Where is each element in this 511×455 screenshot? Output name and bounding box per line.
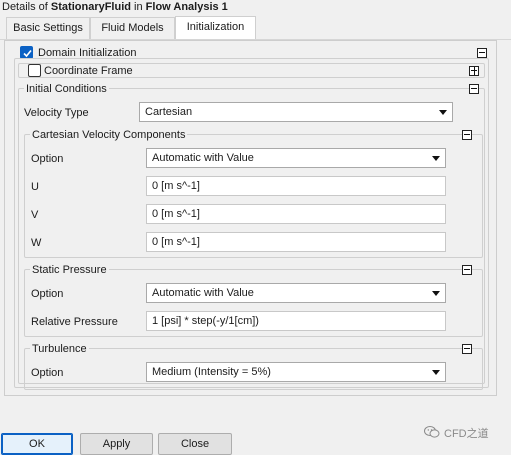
tab-initialization[interactable]: Initialization: [175, 16, 256, 39]
v-input[interactable]: 0 [m s^-1]: [146, 204, 446, 224]
title-prefix: Details of: [2, 1, 48, 13]
u-label: U: [31, 181, 39, 193]
chevron-down-icon: [432, 156, 440, 161]
watermark-text: CFD之道: [444, 428, 489, 440]
title-object: StationaryFluid: [50, 1, 131, 13]
tab-fluid-models[interactable]: Fluid Models: [90, 17, 175, 39]
turbulence-collapse-button[interactable]: [462, 344, 472, 354]
velocity-type-label: Velocity Type: [24, 107, 89, 119]
static-pressure-collapse-button[interactable]: [462, 265, 472, 275]
relative-pressure-input[interactable]: 1 [psi] * step(-y/1[cm]): [146, 311, 446, 331]
title-analysis: Flow Analysis 1: [145, 1, 228, 13]
pressure-option-value: Automatic with Value: [152, 287, 254, 299]
cartesian-velocity-label: Cartesian Velocity Components: [30, 128, 188, 142]
domain-initialization-collapse-button[interactable]: [477, 48, 487, 58]
static-pressure-label: Static Pressure: [30, 263, 109, 277]
turbulence-option-label: Option: [31, 367, 64, 379]
chevron-down-icon: [432, 370, 440, 375]
coordinate-frame-checkbox[interactable]: [28, 64, 41, 77]
tab-basic-settings[interactable]: Basic Settings: [6, 17, 90, 39]
velocity-option-label: Option: [31, 153, 64, 165]
apply-button[interactable]: Apply: [80, 433, 153, 455]
ok-button[interactable]: OK: [1, 433, 73, 455]
coordinate-frame-label: Coordinate Frame: [44, 65, 133, 77]
turbulence-option-select[interactable]: Medium (Intensity = 5%): [146, 362, 446, 382]
title-middle: in: [134, 1, 143, 13]
pressure-option-select[interactable]: Automatic with Value: [146, 283, 446, 303]
turbulence-label: Turbulence: [30, 342, 89, 356]
velocity-type-value: Cartesian: [145, 106, 193, 118]
turbulence-option-value: Medium (Intensity = 5%): [152, 366, 271, 378]
chevron-down-icon: [432, 291, 440, 296]
relative-pressure-label: Relative Pressure: [31, 316, 118, 328]
cartesian-velocity-collapse-button[interactable]: [462, 130, 472, 140]
initial-conditions-label: Initial Conditions: [24, 82, 109, 96]
chevron-down-icon: [439, 110, 447, 115]
w-label: W: [31, 237, 42, 249]
initial-conditions-collapse-button[interactable]: [469, 84, 479, 94]
velocity-type-select[interactable]: Cartesian: [139, 102, 453, 122]
u-input[interactable]: 0 [m s^-1]: [146, 176, 446, 196]
coordinate-frame-expand-button[interactable]: [469, 66, 479, 76]
velocity-option-select[interactable]: Automatic with Value: [146, 148, 446, 168]
v-label: V: [31, 209, 39, 221]
close-button[interactable]: Close: [158, 433, 232, 455]
wechat-icon: [424, 425, 440, 439]
velocity-option-value: Automatic with Value: [152, 152, 254, 164]
dialog-title: Details of StationaryFluid in Flow Analy…: [0, 0, 511, 16]
pressure-option-label: Option: [31, 288, 64, 300]
w-input[interactable]: 0 [m s^-1]: [146, 232, 446, 252]
